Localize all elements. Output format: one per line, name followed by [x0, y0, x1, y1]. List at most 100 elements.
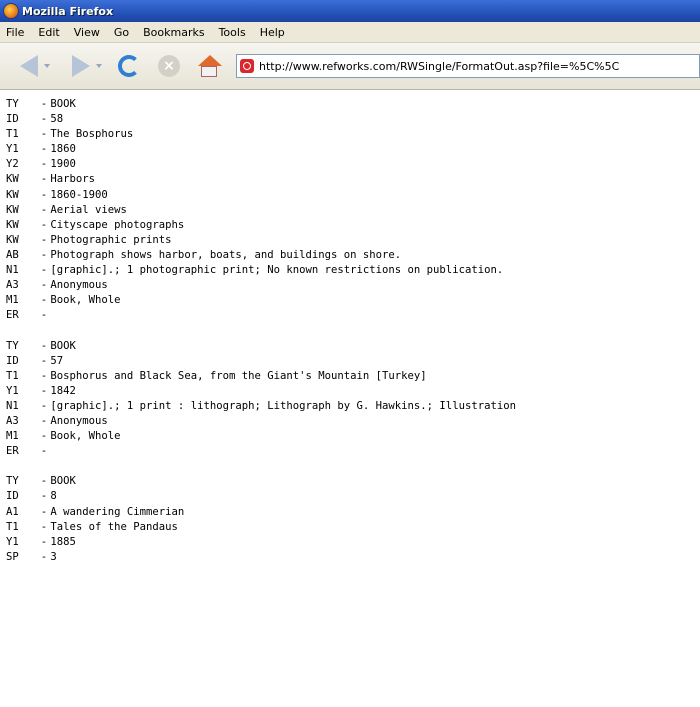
field-separator: -	[28, 128, 48, 141]
field-value: BOOK	[44, 98, 76, 110]
menu-view[interactable]: View	[67, 26, 107, 39]
home-icon[interactable]	[198, 55, 222, 77]
field-tag: A1	[6, 505, 19, 518]
record-field: KW - Harbors	[6, 172, 700, 187]
field-value: 8	[44, 490, 57, 503]
record-field: ID - 57	[6, 354, 700, 369]
field-separator: -	[28, 173, 48, 186]
menu-help[interactable]: Help	[253, 26, 292, 39]
menu-tools[interactable]: Tools	[212, 26, 253, 39]
field-separator: -	[28, 354, 48, 367]
field-tag: ID	[6, 113, 19, 126]
field-separator: -	[28, 369, 48, 382]
back-arrow-icon	[20, 55, 38, 77]
field-tag: ID	[6, 490, 19, 503]
url-text[interactable]: http://www.refworks.com/RWSingle/FormatO…	[259, 60, 619, 73]
record-field: Y2 - 1900	[6, 157, 700, 172]
field-value: 1842	[44, 384, 76, 397]
stop-icon[interactable]: ×	[158, 55, 180, 77]
field-value: Book, Whole	[44, 430, 121, 443]
back-button[interactable]	[6, 48, 50, 84]
field-value: BOOK	[44, 475, 76, 488]
record-field: T1 - The Bosphorus	[6, 127, 700, 142]
field-tag: T1	[6, 520, 19, 533]
field-value: Aerial views	[44, 203, 127, 216]
field-separator: -	[28, 490, 48, 503]
field-value: Cityscape photographs	[44, 218, 185, 231]
menu-edit[interactable]: Edit	[31, 26, 66, 39]
field-tag: A3	[6, 279, 19, 292]
address-bar[interactable]: http://www.refworks.com/RWSingle/FormatO…	[236, 54, 700, 78]
field-separator: -	[28, 505, 48, 518]
record-field: T1 - Tales of the Pandaus	[6, 520, 700, 535]
record-field: TY - BOOK	[6, 474, 700, 489]
record-field: M1 - Book, Whole	[6, 293, 700, 308]
page-content: TY - BOOK ID - 58 T1 - The Bosphorus Y1 - 1…	[0, 90, 700, 707]
ris-export-text: TY - BOOK ID - 58 T1 - The Bosphorus Y1 - 1…	[0, 90, 700, 565]
record-field: M1 - Book, Whole	[6, 429, 700, 444]
field-value: 1860	[44, 143, 76, 156]
field-value: Photograph shows harbor, boats, and buil…	[44, 248, 402, 261]
record-field: N1 - [graphic].; 1 print : lithograph; L…	[6, 399, 700, 414]
record-field: KW - Aerial views	[6, 203, 700, 218]
field-value: 58	[44, 113, 64, 126]
field-separator: -	[28, 475, 48, 488]
field-separator: -	[28, 98, 48, 110]
field-separator: -	[28, 218, 48, 231]
back-dropdown-icon[interactable]	[44, 64, 50, 68]
forward-arrow-icon	[72, 55, 90, 77]
field-tag: T1	[6, 128, 19, 141]
field-separator: -	[28, 535, 48, 548]
field-separator: -	[28, 399, 48, 412]
field-tag: ER	[6, 309, 19, 322]
field-tag: Y1	[6, 384, 19, 397]
field-tag: N1	[6, 264, 19, 277]
record-gap	[6, 459, 700, 474]
field-tag: Y1	[6, 535, 19, 548]
field-value: [graphic].; 1 photographic print; No kno…	[44, 264, 504, 277]
field-separator: -	[28, 203, 48, 216]
reload-icon[interactable]	[118, 55, 140, 77]
field-value: Tales of the Pandaus	[44, 520, 178, 533]
record-field: A3 - Anonymous	[6, 414, 700, 429]
field-separator: -	[28, 309, 48, 322]
field-separator: -	[28, 248, 48, 261]
field-value: Photographic prints	[44, 233, 172, 246]
menu-bookmarks[interactable]: Bookmarks	[136, 26, 211, 39]
record-field: A1 - A wandering Cimmerian	[6, 505, 700, 520]
forward-dropdown-icon[interactable]	[96, 64, 102, 68]
navigation-toolbar: × http://www.refworks.com/RWSingle/Forma…	[0, 43, 700, 90]
field-value: 57	[44, 354, 64, 367]
field-separator: -	[28, 339, 48, 352]
field-tag: T1	[6, 369, 19, 382]
record-field: KW - Cityscape photographs	[6, 218, 700, 233]
window-title: Mozilla Firefox	[22, 4, 114, 18]
record-field: Y1 - 1860	[6, 142, 700, 157]
site-favicon-icon	[240, 59, 254, 73]
field-separator: -	[28, 279, 48, 292]
field-tag: TY	[6, 98, 19, 110]
field-tag: A3	[6, 414, 19, 427]
field-tag: KW	[6, 218, 19, 231]
field-value: 1900	[44, 158, 76, 171]
forward-button[interactable]	[56, 48, 102, 84]
field-value: Anonymous	[44, 279, 108, 292]
field-separator: -	[28, 113, 48, 126]
record-field: TY - BOOK	[6, 339, 700, 354]
firefox-icon	[4, 4, 18, 18]
field-tag: SP	[6, 550, 19, 563]
menu-file[interactable]: File	[0, 26, 31, 39]
field-tag: AB	[6, 248, 19, 261]
record-field: Y1 - 1885	[6, 535, 700, 550]
field-tag: Y1	[6, 143, 19, 156]
menu-go[interactable]: Go	[107, 26, 136, 39]
field-tag: M1	[6, 294, 19, 307]
record-field: ER -	[6, 444, 700, 459]
field-tag: ER	[6, 445, 19, 458]
record-field: SP - 3	[6, 550, 700, 565]
field-separator: -	[28, 143, 48, 156]
field-value: Harbors	[44, 173, 96, 186]
field-value: [graphic].; 1 print : lithograph; Lithog…	[44, 399, 516, 412]
field-separator: -	[28, 445, 48, 458]
field-separator: -	[28, 550, 48, 563]
